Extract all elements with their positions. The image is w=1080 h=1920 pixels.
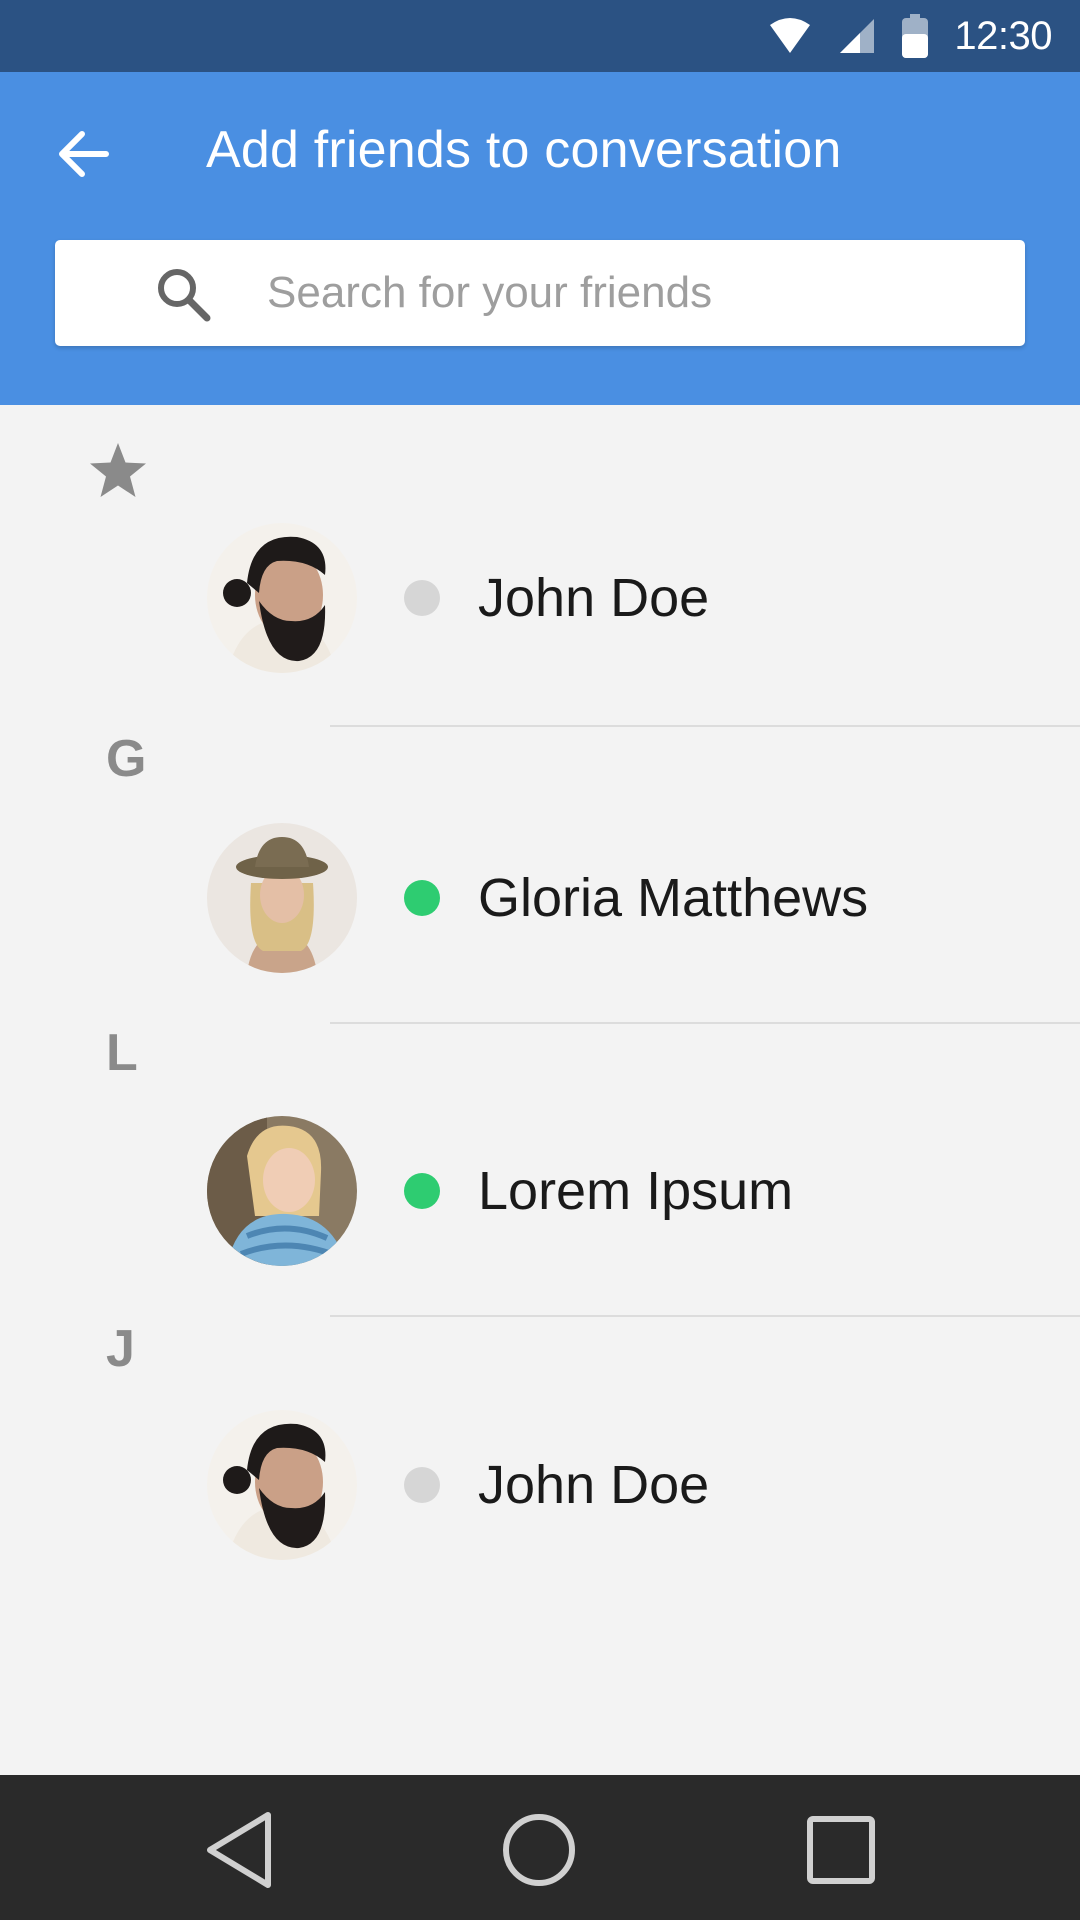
page-title: Add friends to conversation — [206, 121, 842, 179]
offline-status-indicator — [404, 580, 440, 616]
search-icon — [155, 266, 213, 329]
friend-row[interactable]: John Doe — [0, 1400, 1080, 1570]
online-status-indicator — [404, 1173, 440, 1209]
star-icon — [88, 441, 148, 504]
friend-list: John Doe G Gloria Matthews L Lorem Ipsum… — [0, 405, 1080, 1775]
avatar — [207, 1116, 357, 1266]
search-input[interactable] — [267, 240, 987, 346]
wifi-icon — [768, 17, 812, 55]
online-status-indicator — [404, 880, 440, 916]
back-button[interactable] — [52, 122, 116, 186]
cell-signal-icon — [838, 17, 876, 55]
app-bar: Add friends to conversation — [0, 72, 1080, 405]
divider — [330, 1315, 1080, 1317]
friend-name: John Doe — [478, 568, 710, 628]
nav-recents-button[interactable] — [796, 1805, 886, 1895]
friend-name: Lorem Ipsum — [478, 1161, 794, 1221]
section-label-l: L — [106, 1024, 138, 1082]
nav-home-button[interactable] — [494, 1805, 584, 1895]
home-circle-icon — [503, 1814, 575, 1886]
avatar — [207, 1410, 357, 1560]
status-bar: 12:30 — [0, 0, 1080, 72]
back-triangle-icon — [207, 1812, 271, 1888]
divider — [330, 725, 1080, 727]
battery-icon — [902, 14, 929, 58]
friend-name: John Doe — [478, 1455, 710, 1515]
friend-row[interactable]: John Doe — [0, 513, 1080, 683]
section-label-j: J — [106, 1320, 135, 1378]
search-bar[interactable] — [55, 240, 1025, 346]
status-time: 12:30 — [954, 13, 1052, 58]
friend-row[interactable]: Gloria Matthews — [0, 813, 1080, 983]
recents-square-icon — [807, 1816, 875, 1884]
section-label-g: G — [106, 730, 147, 788]
avatar — [207, 523, 357, 673]
offline-status-indicator — [404, 1467, 440, 1503]
arrow-back-icon — [59, 131, 109, 177]
avatar — [207, 823, 357, 973]
friend-row[interactable]: Lorem Ipsum — [0, 1106, 1080, 1276]
divider — [330, 1022, 1080, 1024]
navigation-bar — [0, 1775, 1080, 1920]
friend-name: Gloria Matthews — [478, 868, 869, 928]
nav-back-button[interactable] — [196, 1805, 286, 1895]
